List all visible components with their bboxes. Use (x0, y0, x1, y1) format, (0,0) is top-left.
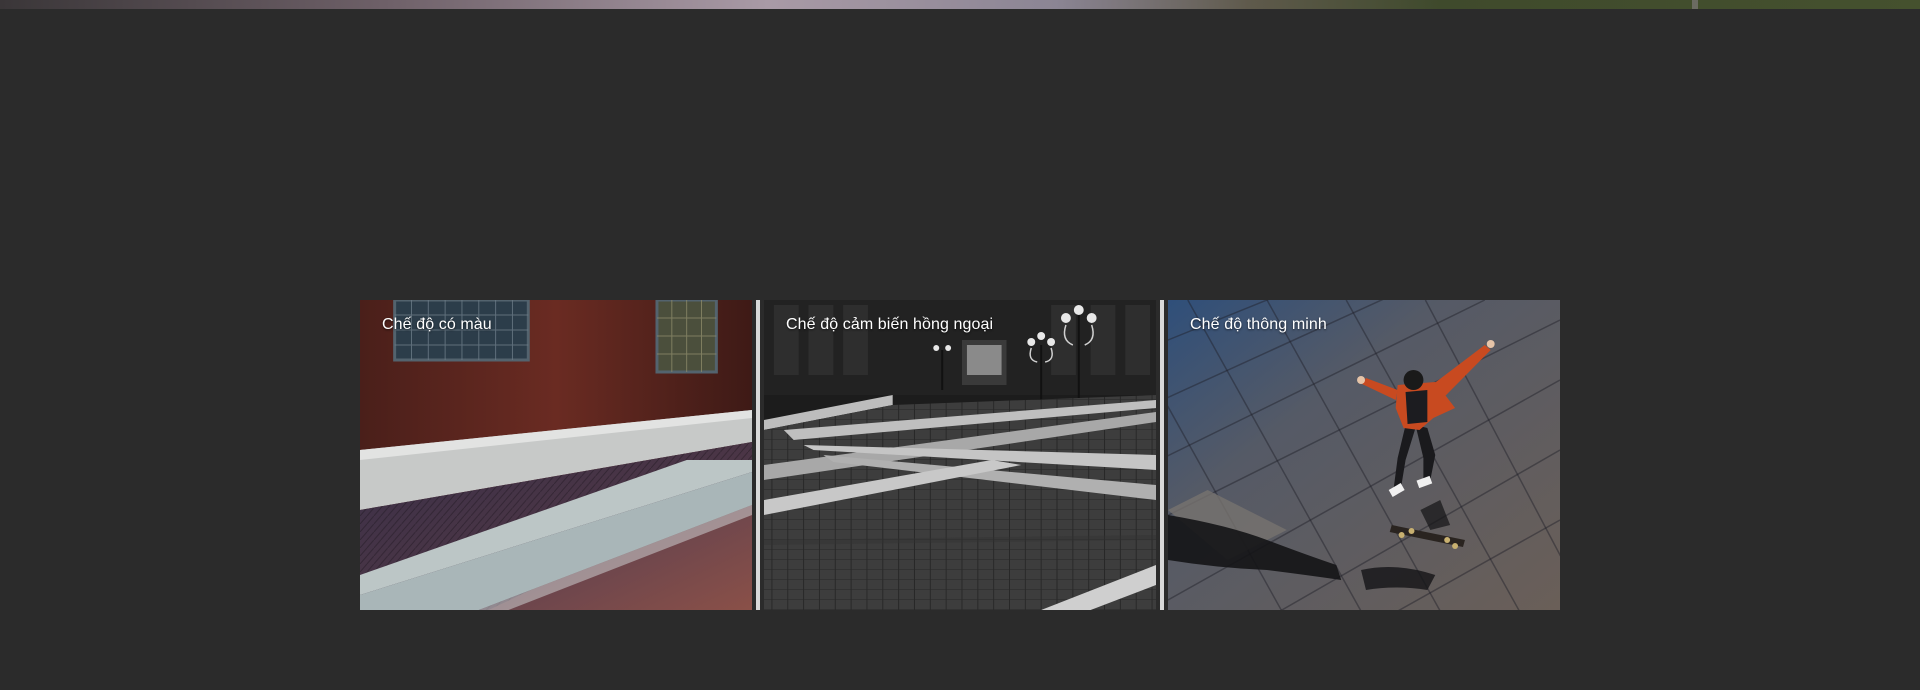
camera-modes-gallery: Chế độ có màu Chế độ cảm biến hồng ngoại… (360, 300, 1560, 610)
gallery-divider (756, 300, 760, 610)
mode-label-infrared: Chế độ cảm biến hồng ngoại (786, 316, 994, 333)
banner-pole (1692, 0, 1698, 9)
mode-label-smart: Chế độ thông minh (1190, 316, 1327, 333)
gallery-divider (1160, 300, 1164, 610)
mode-label-color: Chế độ có màu (382, 316, 492, 333)
color-mode-image (360, 300, 752, 610)
smart-mode-image (1168, 300, 1560, 610)
mode-card-smart[interactable]: Chế độ thông minh (1168, 300, 1560, 610)
mode-card-color[interactable]: Chế độ có màu (360, 300, 752, 610)
mode-card-infrared[interactable]: Chế độ cảm biến hồng ngoại (764, 300, 1156, 610)
top-banner-image-strip (0, 0, 1920, 9)
infrared-mode-image (764, 300, 1156, 610)
